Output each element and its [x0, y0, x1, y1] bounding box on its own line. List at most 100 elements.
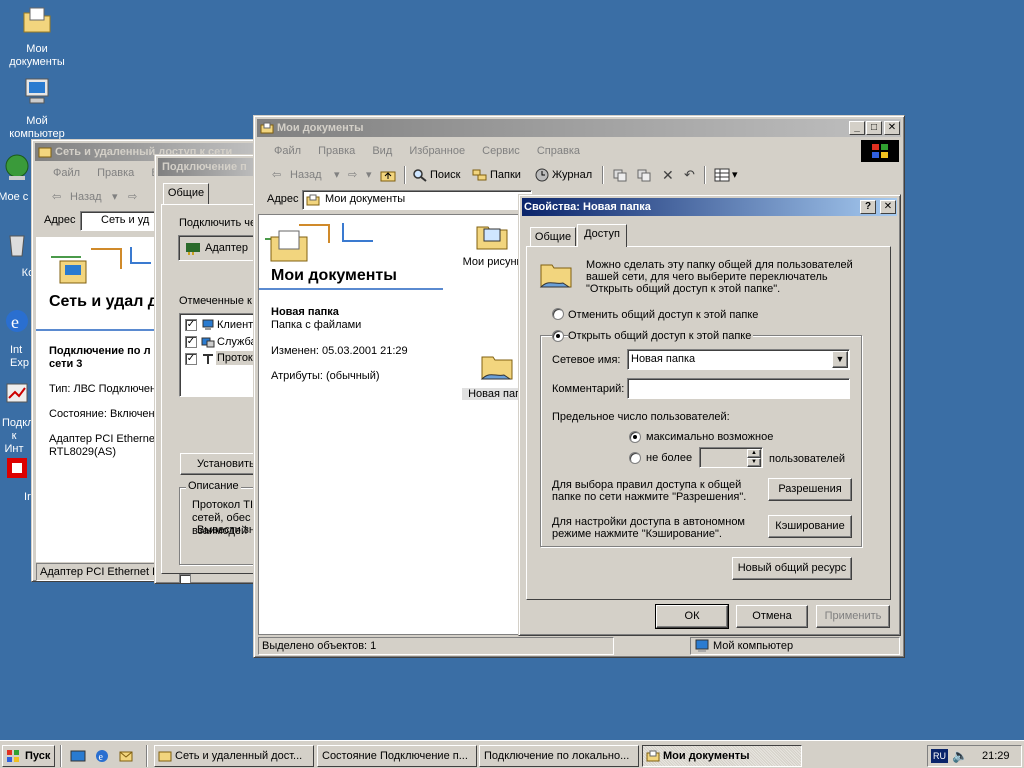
status-bar-right: Мой компьютер	[690, 637, 900, 655]
menu-favorites[interactable]: Избранное	[409, 145, 465, 157]
close-button[interactable]: ✕	[880, 200, 896, 214]
computer-icon	[25, 78, 49, 104]
up-folder-icon[interactable]	[380, 168, 396, 182]
internet-explorer-icon[interactable]: e	[94, 748, 110, 764]
menu-view[interactable]: Вид	[372, 145, 392, 157]
show-icon-checkbox[interactable]	[179, 574, 191, 583]
address-input[interactable]: Мои документы	[302, 190, 532, 210]
max-allowed-radio[interactable]	[629, 431, 641, 443]
delete-icon[interactable]: ✕	[662, 164, 674, 186]
desktop-icon-label: Мои документы	[9, 43, 65, 68]
show-desktop-icon[interactable]	[70, 748, 86, 764]
help-glyph: ?	[864, 201, 872, 212]
tab-label: Доступ	[584, 228, 620, 240]
permissions-button[interactable]: Разрешения	[768, 478, 852, 501]
folder-documents-icon	[23, 7, 51, 33]
window-title: Мои документы	[277, 122, 364, 134]
allow-limit-radio[interactable]	[629, 452, 641, 464]
volume-icon[interactable]: 🔈	[952, 748, 968, 764]
undo-icon[interactable]: ↶	[684, 164, 695, 186]
spin-down-icon[interactable]: ▼	[747, 458, 761, 467]
components-list[interactable]: ✓ Клиент ✓ Служба ✓ Протоко	[179, 313, 263, 397]
copy-to-icon[interactable]	[636, 168, 652, 182]
language-indicator[interactable]: RU	[931, 749, 948, 763]
desktop-icon-label: Int Exp	[10, 344, 29, 369]
outlook-express-icon[interactable]	[118, 748, 134, 764]
task-local-connection[interactable]: Подключение по локально...	[479, 745, 639, 767]
folder-item-my-pictures[interactable]: Мои рисунк	[457, 219, 527, 268]
minimize-button[interactable]: _	[849, 121, 865, 135]
component-checkbox[interactable]: ✓	[185, 353, 197, 365]
address-value: Сеть и уд	[101, 214, 150, 226]
apply-button[interactable]: Применить	[816, 605, 890, 628]
forward-arrow-icon[interactable]: ⇨	[348, 164, 357, 186]
dropdown-arrow-icon[interactable]: ▾	[112, 186, 118, 208]
move-to-icon[interactable]	[612, 168, 628, 182]
dropdown-arrow-icon[interactable]: ▾	[732, 164, 738, 186]
service-icon	[201, 337, 215, 348]
back-arrow-icon[interactable]: ⇦	[52, 186, 61, 208]
menu-help[interactable]: Справка	[537, 145, 580, 157]
folder-properties-dialog[interactable]: Свойства: Новая папка ? ✕ Общие Доступ М…	[518, 194, 901, 636]
title-bar[interactable]: Свойства: Новая папка ? ✕	[522, 198, 897, 216]
back-button-label[interactable]: Назад	[290, 164, 322, 186]
menu-file[interactable]: Файл	[274, 145, 301, 157]
user-count-spinner[interactable]: ▲ ▼	[699, 447, 763, 468]
start-button[interactable]: Пуск	[2, 745, 55, 767]
forward-arrow-icon[interactable]: ⇨	[128, 186, 137, 208]
cancel-button[interactable]: Отмена	[736, 605, 808, 628]
tab-general[interactable]: Общие	[530, 227, 576, 246]
ok-button[interactable]: ОК	[655, 604, 729, 629]
comment-input[interactable]	[627, 378, 850, 399]
title-bar[interactable]: Подключение п	[158, 158, 260, 176]
toolbar: ⇦ Назад ▾ ⇨ ▾ Поиск Папки Журнал ✕ ↶ ▾	[258, 164, 898, 188]
history-button[interactable]: Журнал	[552, 164, 592, 186]
taskbar-separator	[60, 745, 62, 767]
modified-date: Изменен: 05.03.2001 21:29	[271, 345, 408, 357]
title-bar[interactable]: Мои документы _ □ ✕	[257, 119, 901, 137]
menu-edit[interactable]: Правка	[97, 167, 134, 179]
permissions-text: Для выбора правил доступа к общей папке …	[552, 479, 747, 503]
desktop-icon-label: Мой компьютер	[9, 115, 65, 140]
clock[interactable]: 21:29	[982, 750, 1010, 762]
install-button[interactable]: Установить	[180, 453, 263, 475]
new-share-button[interactable]: Новый общий ресурс	[732, 557, 852, 580]
spin-up-icon[interactable]: ▲	[747, 449, 761, 458]
component-label: Служба	[217, 336, 257, 348]
search-button[interactable]: Поиск	[430, 164, 460, 186]
taskbar-separator	[146, 745, 148, 767]
dropdown-arrow-icon[interactable]: ▾	[366, 164, 372, 186]
desktop-icon-my-computer[interactable]: Мой компьютер	[0, 76, 74, 141]
svg-text:e: e	[99, 752, 104, 763]
close-button[interactable]: ✕	[884, 121, 900, 135]
tab-sharing[interactable]: Доступ	[577, 224, 627, 247]
menu-file[interactable]: Файл	[53, 167, 80, 179]
zone-text: Мой компьютер	[713, 640, 794, 652]
network-folder-icon	[38, 147, 52, 158]
share-name-select[interactable]: Новая папка ▼	[627, 349, 850, 370]
selected-type: Папка с файлами	[271, 319, 362, 331]
back-arrow-icon[interactable]: ⇦	[272, 164, 281, 186]
connection-properties-window[interactable]: Подключение п Общие Подключить че Адапте…	[154, 154, 264, 584]
caching-button[interactable]: Кэширование	[768, 515, 852, 538]
component-checkbox[interactable]: ✓	[185, 336, 197, 348]
share-radio[interactable]	[552, 330, 564, 342]
menu-tools[interactable]: Сервис	[482, 145, 520, 157]
desktop-icon-my-documents[interactable]: Мои документы	[0, 4, 74, 69]
views-icon[interactable]	[714, 168, 730, 182]
tab-label: Общие	[167, 187, 205, 199]
unshare-radio[interactable]	[552, 308, 564, 320]
dropdown-arrow-icon[interactable]: ▾	[334, 164, 340, 186]
connection-name: Подключение по л сети 3	[49, 345, 151, 370]
help-button[interactable]: ?	[860, 200, 876, 214]
folders-button[interactable]: Папки	[490, 164, 521, 186]
task-network[interactable]: Сеть и удаленный дост...	[154, 745, 314, 767]
back-button-label[interactable]: Назад	[70, 186, 102, 208]
task-my-documents[interactable]: Мои документы	[642, 745, 802, 767]
menu-edit[interactable]: Правка	[318, 145, 355, 157]
maximize-button[interactable]: □	[866, 121, 882, 135]
tab-general[interactable]: Общие	[163, 183, 209, 205]
chevron-down-icon[interactable]: ▼	[832, 351, 848, 368]
component-checkbox[interactable]: ✓	[185, 319, 197, 331]
task-connection-status[interactable]: Состояние Подключение п...	[317, 745, 477, 767]
